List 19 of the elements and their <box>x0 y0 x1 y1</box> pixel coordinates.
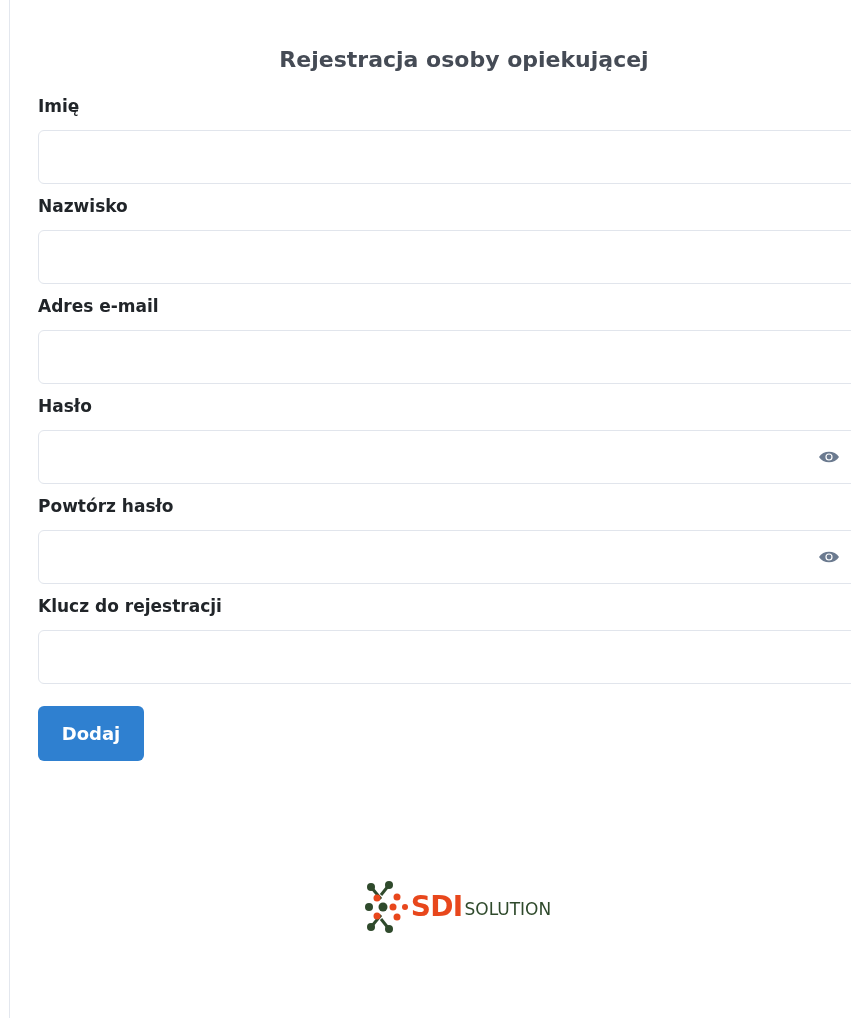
input-field[interactable] <box>38 630 851 684</box>
field-label: Hasło <box>38 395 92 418</box>
logo-accent-text: SDI <box>410 889 463 925</box>
field-label: Powtórz hasło <box>38 495 174 518</box>
submit-button[interactable]: Dodaj <box>38 706 144 761</box>
input-field[interactable] <box>38 330 851 384</box>
logo-text: SOLUTION <box>464 898 552 922</box>
field-label: Klucz do rejestracji <box>38 595 222 618</box>
eye-icon[interactable] <box>818 550 840 564</box>
field-label: Nazwisko <box>38 195 128 218</box>
form-title: Rejestracja osoby opiekującej <box>279 46 649 74</box>
password-field[interactable] <box>38 430 851 484</box>
input-field[interactable] <box>38 130 851 184</box>
input-field[interactable] <box>38 230 851 284</box>
field-label: Imię <box>38 95 80 118</box>
field-label: Adres e-mail <box>38 295 159 318</box>
eye-icon[interactable] <box>818 450 840 464</box>
logo-icon <box>364 881 409 933</box>
password-field[interactable] <box>38 530 851 584</box>
